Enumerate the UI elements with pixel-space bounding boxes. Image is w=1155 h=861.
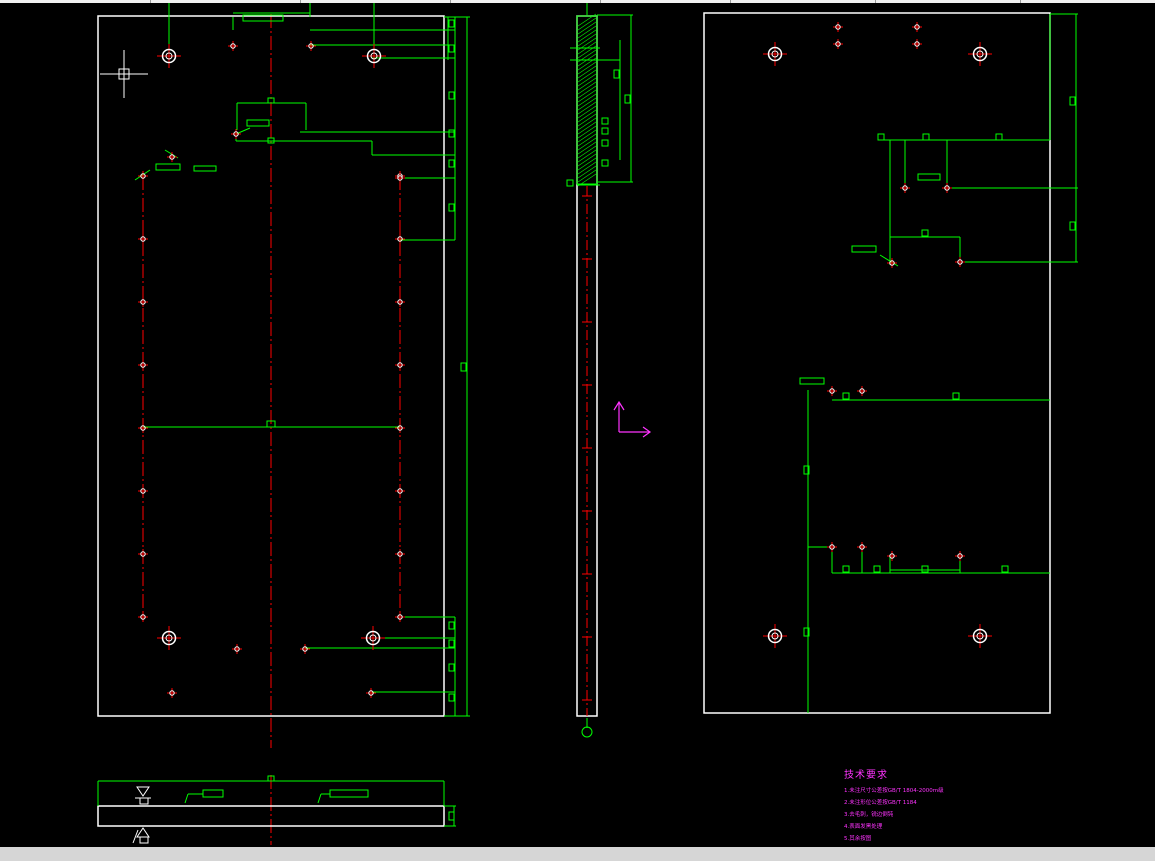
hole-marker [138,234,148,244]
hole-marker [887,258,897,268]
part-outlines [97,12,1051,827]
hole-marker [138,423,148,433]
mounting-hole [968,42,992,66]
hole-marker [395,173,405,183]
hole-marker [395,234,405,244]
hole-marker [231,129,241,139]
hole-markers [138,22,992,698]
section-hatch [576,13,598,187]
hole-marker [138,612,148,622]
hole-marker [833,22,843,32]
hole-marker [395,549,405,559]
mounting-hole [362,44,386,68]
requirement-line: 4.表面发黑处理 [844,824,883,830]
mounting-hole [361,626,385,650]
mounting-hole [157,626,181,650]
section-symbol-icon [135,786,151,805]
mounting-hole [763,42,787,66]
hole-marker [857,386,867,396]
hole-marker [138,297,148,307]
hole-marker [167,152,177,162]
hole-marker [232,644,242,654]
hole-marker [395,612,405,622]
hole-marker [395,486,405,496]
hole-marker [306,41,316,51]
hole-marker [887,551,897,561]
hole-marker [827,542,837,552]
hole-marker [942,183,952,193]
mounting-hole [157,44,181,68]
right-view-outline [703,12,1051,714]
hole-marker [138,360,148,370]
hole-marker [138,486,148,496]
hole-marker [395,297,405,307]
technical-requirements-title: 技术要求 [844,770,888,781]
hole-marker [300,644,310,654]
hole-marker [167,688,177,698]
hole-marker [395,360,405,370]
hole-marker [833,39,843,49]
requirement-line: 3.去毛刺，锐边倒钝 [844,812,894,818]
hole-marker [395,423,405,433]
surface-symbol-icon [132,827,150,844]
requirement-line: 1.未注尺寸公差按GB/T 1804-2000m级 [844,788,944,794]
technical-requirements: 技术要求 1.未注尺寸公差按GB/T 1804-2000m级 2.未注形位公差按… [844,766,944,845]
center-lines [142,14,401,845]
hole-marker [912,22,922,32]
hole-marker [138,549,148,559]
requirement-line: 5.其余按图 [844,836,872,842]
status-bar [0,847,1155,861]
mounting-hole [968,624,992,648]
side-view-center-ticks [582,186,592,716]
mounting-hole [763,624,787,648]
hole-marker [857,542,867,552]
requirement-line: 2.未注形位公差按GB/T 1184 [844,800,917,806]
dimension-lines [97,3,1078,827]
ucs-axis-icon [613,400,652,438]
hole-marker [955,551,965,561]
hole-marker [900,183,910,193]
hole-marker [366,688,376,698]
hole-marker [955,257,965,267]
hole-marker [827,386,837,396]
cad-drawing-canvas[interactable] [0,3,1155,847]
crosshair-cursor-icon [100,50,148,98]
hole-marker [228,41,238,51]
hole-marker [912,39,922,49]
